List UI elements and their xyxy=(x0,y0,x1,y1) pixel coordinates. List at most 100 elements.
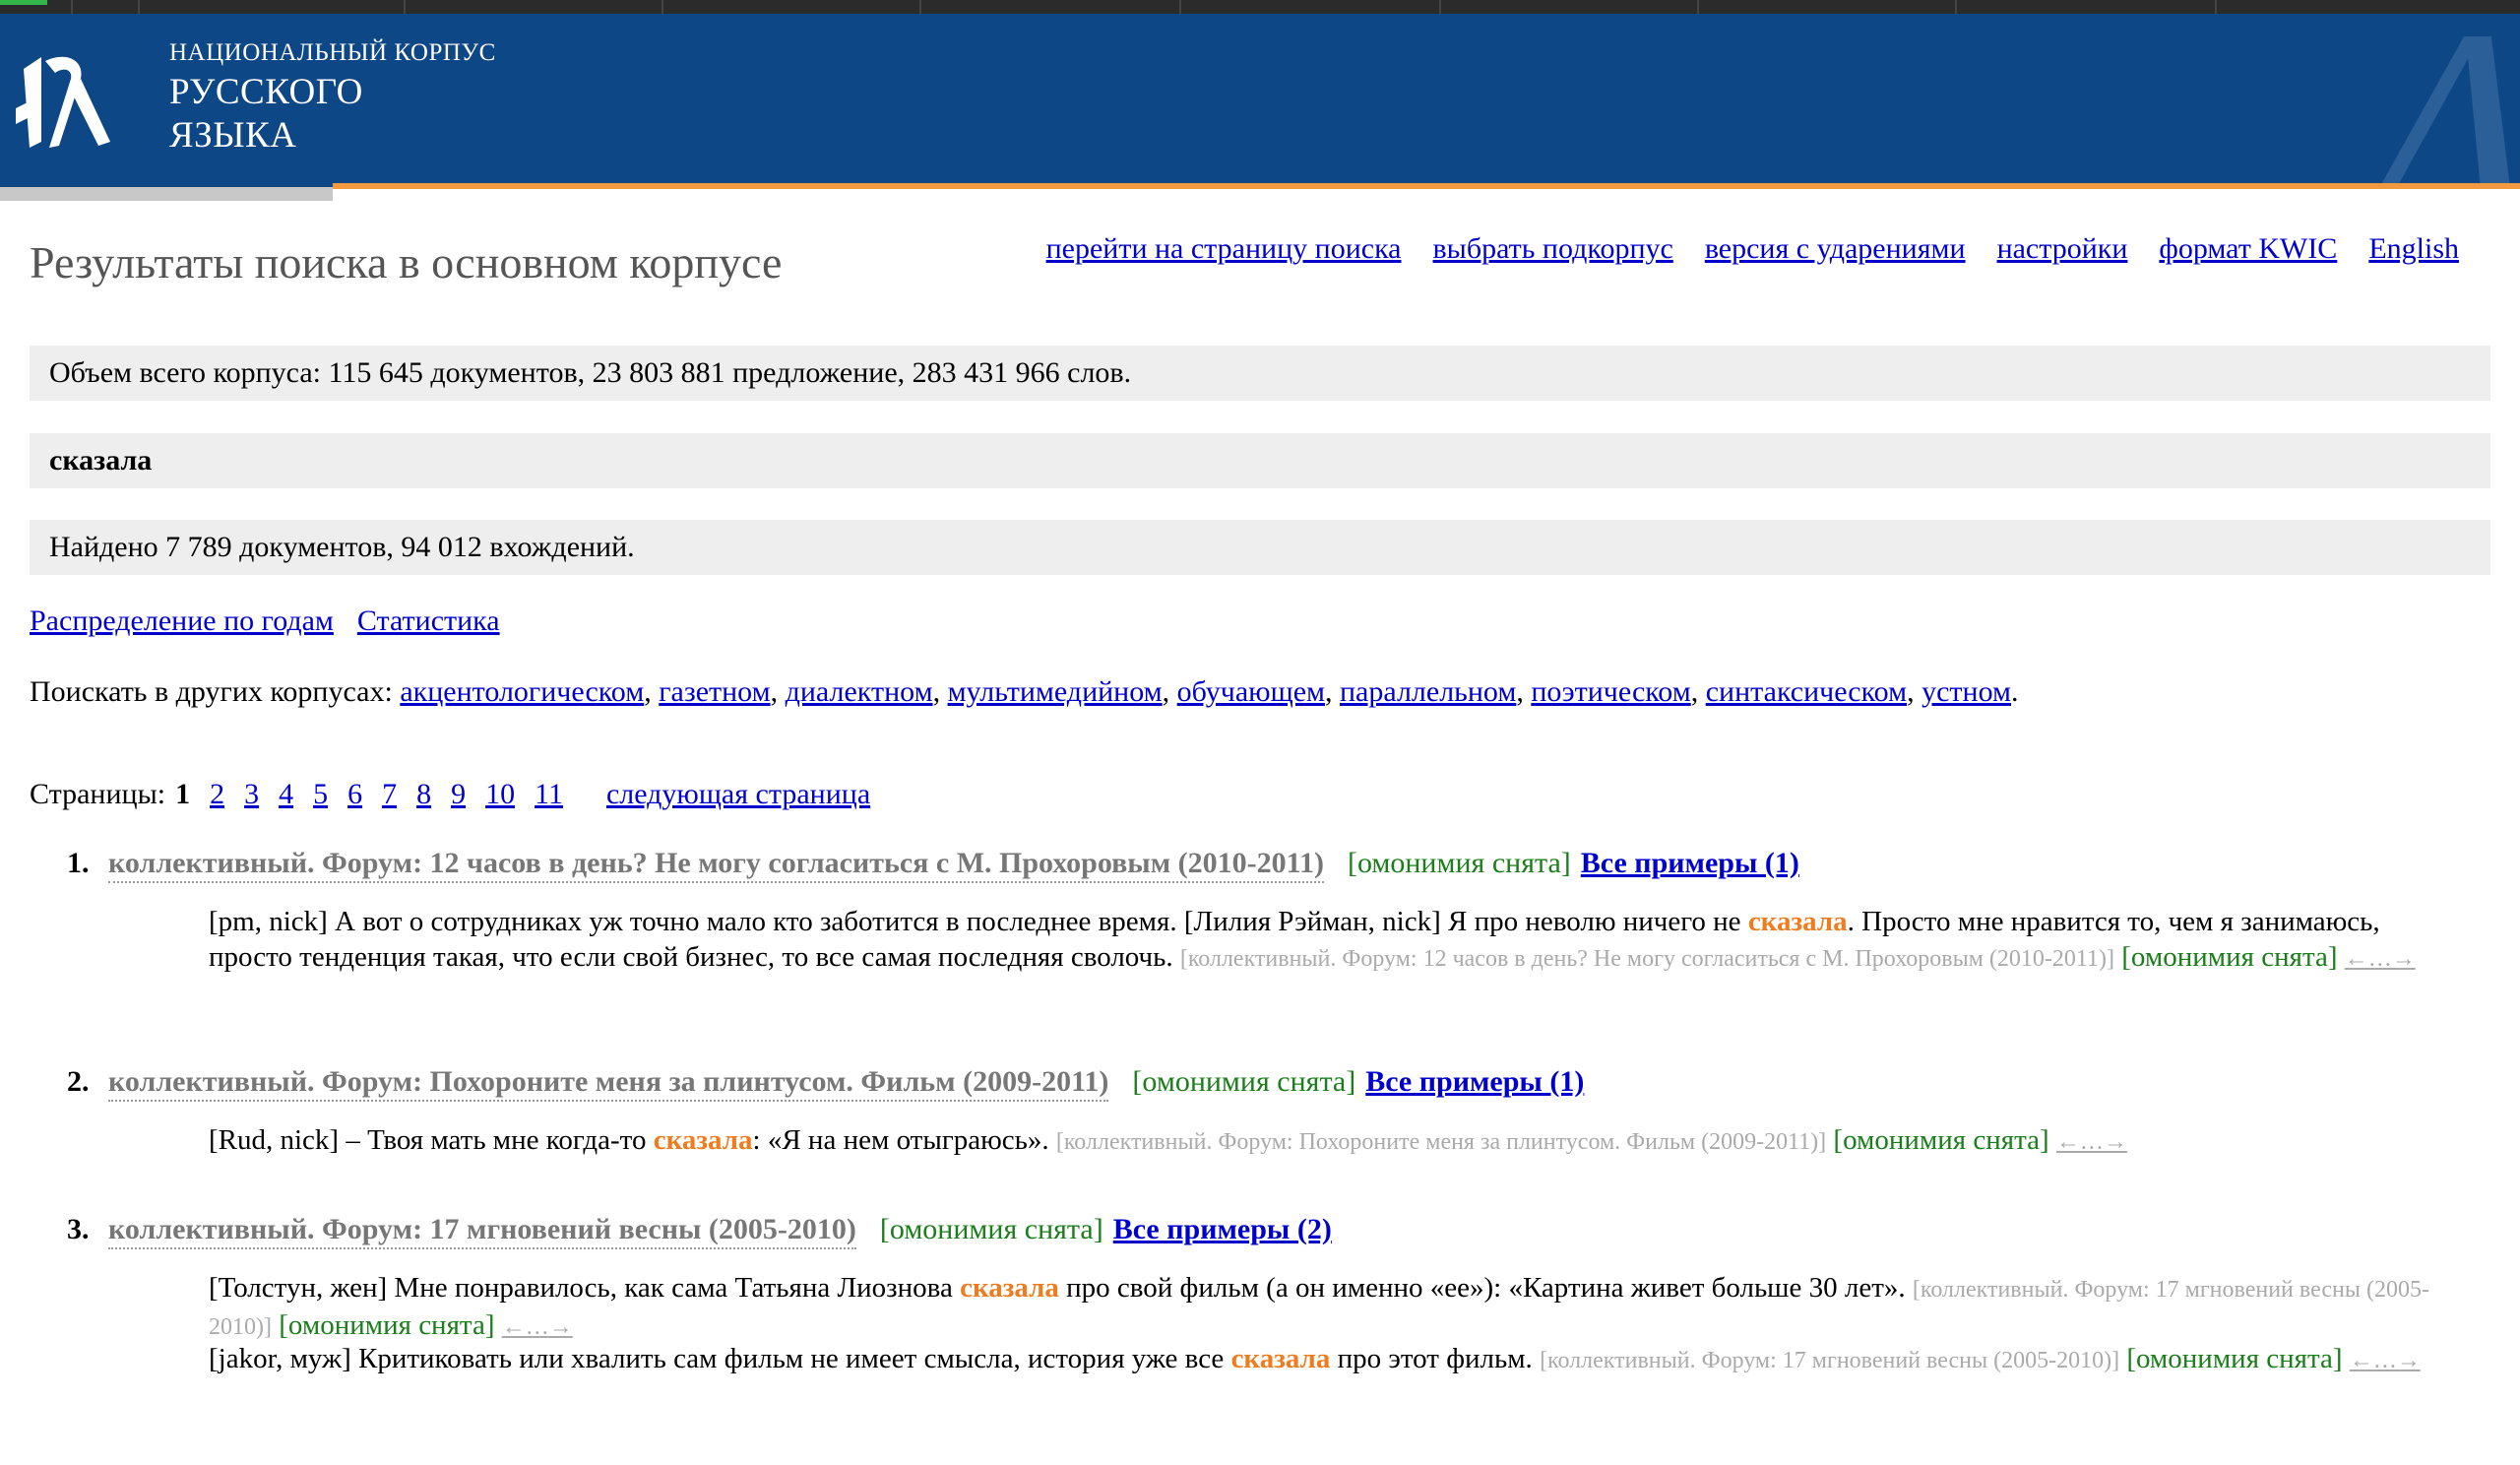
expand-context-link[interactable]: ←…→ xyxy=(502,1314,573,1340)
other-corpora: Поискать в других корпусах: акцентологич… xyxy=(30,675,2019,708)
tab-divider xyxy=(1955,0,1957,14)
page-link[interactable]: 2 xyxy=(210,778,224,811)
tab-divider xyxy=(919,0,921,14)
homonymy-badge: [омонимия снята] xyxy=(279,1309,495,1341)
header-grey-block xyxy=(0,187,333,201)
link-kwic-format[interactable]: формат KWIC xyxy=(2159,232,2337,266)
all-examples-link[interactable]: Все примеры (1) xyxy=(1365,1065,1584,1099)
other-corpora-label: Поискать в других корпусах: xyxy=(30,675,393,708)
result-snippet: [Толстун, жен] Мне понравилось, как сама… xyxy=(209,1270,2463,1345)
snippet-text-before: [Rud, nick] – Твоя мать мне когда-то xyxy=(209,1124,654,1156)
link-accent-version[interactable]: версия с ударениями xyxy=(1705,232,1966,266)
snippet-text-after: : «Я на нем отыграюсь». xyxy=(752,1124,1056,1156)
homonymy-badge: [омонимия снята] xyxy=(1833,1124,2049,1156)
corpus-link-parallel[interactable]: параллельном xyxy=(1340,675,1516,708)
expand-context-link[interactable]: ←…→ xyxy=(2056,1129,2127,1155)
result-snippet: [jakor, муж] Критиковать или хвалить сам… xyxy=(209,1341,2463,1378)
tab-divider xyxy=(2215,0,2217,14)
snippet-text-before: [pm, nick] А вот о сотрудниках уж точно … xyxy=(209,906,1748,937)
query-bar: сказала xyxy=(30,433,2490,488)
result-source-link[interactable]: коллективный. Форум: 12 часов в день? Не… xyxy=(108,847,1324,883)
page-link[interactable]: 10 xyxy=(485,778,515,811)
pagination: Страницы: 1 2 3 4 5 6 7 8 9 10 11 следую… xyxy=(30,778,870,811)
corpus-size-bar: Объем всего корпуса: 115 645 документов,… xyxy=(30,346,2490,401)
logo-line-2: РУССКОГО xyxy=(169,72,363,112)
pagination-label: Страницы: xyxy=(30,778,166,810)
page-link[interactable]: 5 xyxy=(313,778,328,811)
corpus-link-spoken[interactable]: устном xyxy=(1922,675,2011,708)
link-year-distribution[interactable]: Распределение по годам xyxy=(30,605,334,638)
result-number: 3. xyxy=(67,1213,90,1245)
corpus-link-multimedia[interactable]: мультимедийном xyxy=(948,675,1163,708)
snippet-text-after: про этот фильм. xyxy=(1330,1343,1541,1374)
corpus-link-syntactic[interactable]: синтаксическом xyxy=(1706,675,1907,708)
link-english[interactable]: English xyxy=(2368,232,2459,266)
tab-divider xyxy=(662,0,663,14)
homonymy-badge: [омонимия снята] xyxy=(879,1213,1103,1245)
search-hit: сказала xyxy=(1747,906,1848,937)
page-link[interactable]: 7 xyxy=(382,778,397,811)
browser-tab-strip xyxy=(0,0,2520,14)
tab-divider xyxy=(1697,0,1699,14)
result-source-link[interactable]: коллективный. Форум: Похороните меня за … xyxy=(108,1065,1109,1102)
homonymy-badge: [омонимия снята] xyxy=(2121,941,2338,973)
logo-line-3: ЯЗЫКА xyxy=(169,115,297,156)
expand-context-link[interactable]: ←…→ xyxy=(2350,1348,2421,1373)
link-settings[interactable]: настройки xyxy=(1997,232,2128,266)
page-link[interactable]: 3 xyxy=(244,778,259,811)
result-header: 3. коллективный. Форум: 17 мгновений вес… xyxy=(67,1213,1332,1249)
search-hit: сказала xyxy=(960,1272,1059,1304)
result-snippet: [pm, nick] А вот о сотрудниках уж точно … xyxy=(209,904,2463,977)
tab-divider xyxy=(404,0,406,14)
page-link[interactable]: 11 xyxy=(535,778,563,811)
next-page-link[interactable]: следующая страница xyxy=(606,778,870,811)
site-header: Λ НАЦИОНАЛЬНЫЙ КОРПУС РУССКОГО ЯЗЫКА xyxy=(0,14,2520,187)
all-examples-link[interactable]: Все примеры (2) xyxy=(1113,1213,1332,1246)
snippet-text-before: [Толстун, жен] Мне понравилось, как сама… xyxy=(209,1272,961,1304)
page-link[interactable]: 4 xyxy=(279,778,293,811)
tab-divider xyxy=(71,0,73,14)
homonymy-badge: [омонимия снята] xyxy=(2126,1343,2343,1374)
active-tab-indicator xyxy=(0,0,47,5)
corpus-link-newspaper[interactable]: газетном xyxy=(659,675,770,708)
link-search-page[interactable]: перейти на страницу поиска xyxy=(1046,232,1402,266)
logo-line-1: НАЦИОНАЛЬНЫЙ КОРПУС xyxy=(169,39,496,66)
header-orange-rule xyxy=(0,183,2520,189)
header-watermark-logo: Λ xyxy=(2362,14,2520,187)
snippet-source-ref: [коллективный. Форум: Похороните меня за… xyxy=(1055,1129,1827,1155)
snippet-source-ref: [коллективный. Форум: 17 мгновений весны… xyxy=(1540,1348,2120,1373)
search-hit: сказала xyxy=(653,1124,753,1156)
corpus-logo-icon[interactable] xyxy=(16,39,130,158)
result-source-link[interactable]: коллективный. Форум: 17 мгновений весны … xyxy=(108,1213,856,1249)
result-snippet: [Rud, nick] – Твоя мать мне когда-то ска… xyxy=(209,1122,2463,1160)
snippet-source-ref: [коллективный. Форум: 12 часов в день? Н… xyxy=(1179,946,2115,972)
corpus-link-educational[interactable]: обучающем xyxy=(1177,675,1325,708)
result-header: 1. коллективный. Форум: 12 часов в день?… xyxy=(67,847,1799,883)
distribution-links: Распределение по годам Статистика xyxy=(30,605,500,638)
top-nav-links: перейти на страницу поиска выбрать подко… xyxy=(1046,232,2459,266)
tab-divider xyxy=(1439,0,1441,14)
snippet-text-before: [jakor, муж] Критиковать или хвалить сам… xyxy=(209,1343,1231,1374)
corpus-link-poetic[interactable]: поэтическом xyxy=(1531,675,1690,708)
page-link[interactable]: 8 xyxy=(416,778,431,811)
corpus-link-dialect[interactable]: диалектном xyxy=(786,675,933,708)
found-count-bar: Найдено 7 789 документов, 94 012 вхожден… xyxy=(30,520,2490,575)
link-statistics[interactable]: Статистика xyxy=(357,605,500,638)
link-select-subcorpus[interactable]: выбрать подкорпус xyxy=(1433,232,1673,266)
page-title: Результаты поиска в основном корпусе xyxy=(30,237,783,287)
result-header: 2. коллективный. Форум: Похороните меня … xyxy=(67,1065,1584,1102)
page-link[interactable]: 9 xyxy=(451,778,466,811)
page-link[interactable]: 6 xyxy=(347,778,362,811)
homonymy-badge: [омонимия снята] xyxy=(1347,847,1571,879)
result-number: 1. xyxy=(67,847,90,879)
result-number: 2. xyxy=(67,1065,90,1098)
corpus-link-accentological[interactable]: акцентологическом xyxy=(400,675,644,708)
all-examples-link[interactable]: Все примеры (1) xyxy=(1581,847,1799,880)
expand-context-link[interactable]: ←…→ xyxy=(2345,946,2416,972)
tab-divider xyxy=(1179,0,1181,14)
tab-divider xyxy=(138,0,140,14)
logo-text[interactable]: НАЦИОНАЛЬНЫЙ КОРПУС РУССКОГО ЯЗЫКА xyxy=(169,35,496,158)
header-blue-block xyxy=(0,183,333,187)
search-hit: сказала xyxy=(1230,1343,1331,1374)
homonymy-badge: [омонимия снята] xyxy=(1132,1065,1356,1098)
